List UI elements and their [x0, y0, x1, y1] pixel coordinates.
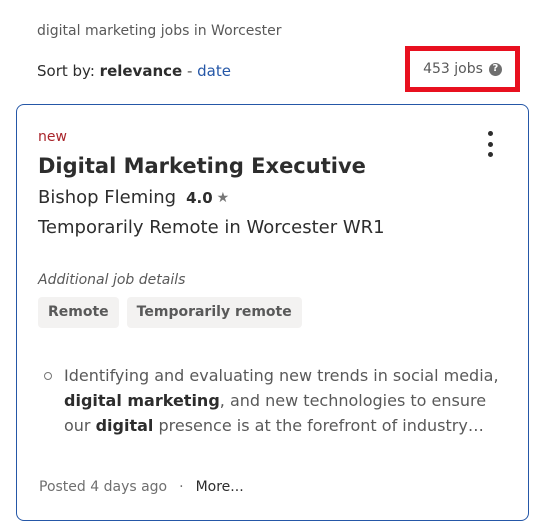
more-options-icon[interactable]: [482, 131, 498, 157]
company-rating: 4.0: [186, 188, 213, 207]
snippet-text: Identifying and evaluating new trends in…: [64, 366, 499, 435]
job-count-highlight: 453 jobs ?: [405, 46, 520, 92]
sort-bar: Sort by: relevance - date: [37, 62, 231, 80]
job-card[interactable]: new Digital Marketing Executive Bishop F…: [16, 104, 529, 521]
bullet-icon: [44, 372, 52, 380]
job-count-text: 453 jobs: [423, 61, 483, 77]
search-subtitle: digital marketing jobs in Worcester: [37, 23, 282, 39]
job-footer: Posted 4 days ago · More...: [39, 479, 244, 495]
question-icon[interactable]: ?: [488, 62, 502, 76]
posted-date: Posted 4 days ago: [39, 479, 168, 495]
job-title[interactable]: Digital Marketing Executive: [38, 154, 366, 178]
star-icon: ★: [216, 189, 230, 206]
tag-temporarily-remote: Temporarily remote: [126, 297, 302, 328]
sort-date-link[interactable]: date: [197, 62, 231, 80]
more-link[interactable]: More...: [196, 479, 244, 495]
tag-remote: Remote: [38, 297, 119, 328]
company-row: Bishop Fleming 4.0 ★: [38, 187, 229, 208]
footer-separator: ·: [179, 479, 184, 495]
job-tags: Remote Temporarily remote: [38, 297, 302, 328]
new-badge: new: [38, 129, 67, 145]
job-snippet: Identifying and evaluating new trends in…: [44, 363, 504, 438]
job-location: Temporarily Remote in Worcester WR1: [38, 217, 385, 238]
job-count: 453 jobs ?: [423, 61, 502, 77]
sort-separator: -: [182, 62, 198, 80]
sort-relevance: relevance: [99, 62, 183, 80]
company-name[interactable]: Bishop Fleming: [38, 187, 176, 208]
additional-details-label: Additional job details: [38, 272, 186, 288]
sort-label: Sort by:: [37, 62, 95, 80]
